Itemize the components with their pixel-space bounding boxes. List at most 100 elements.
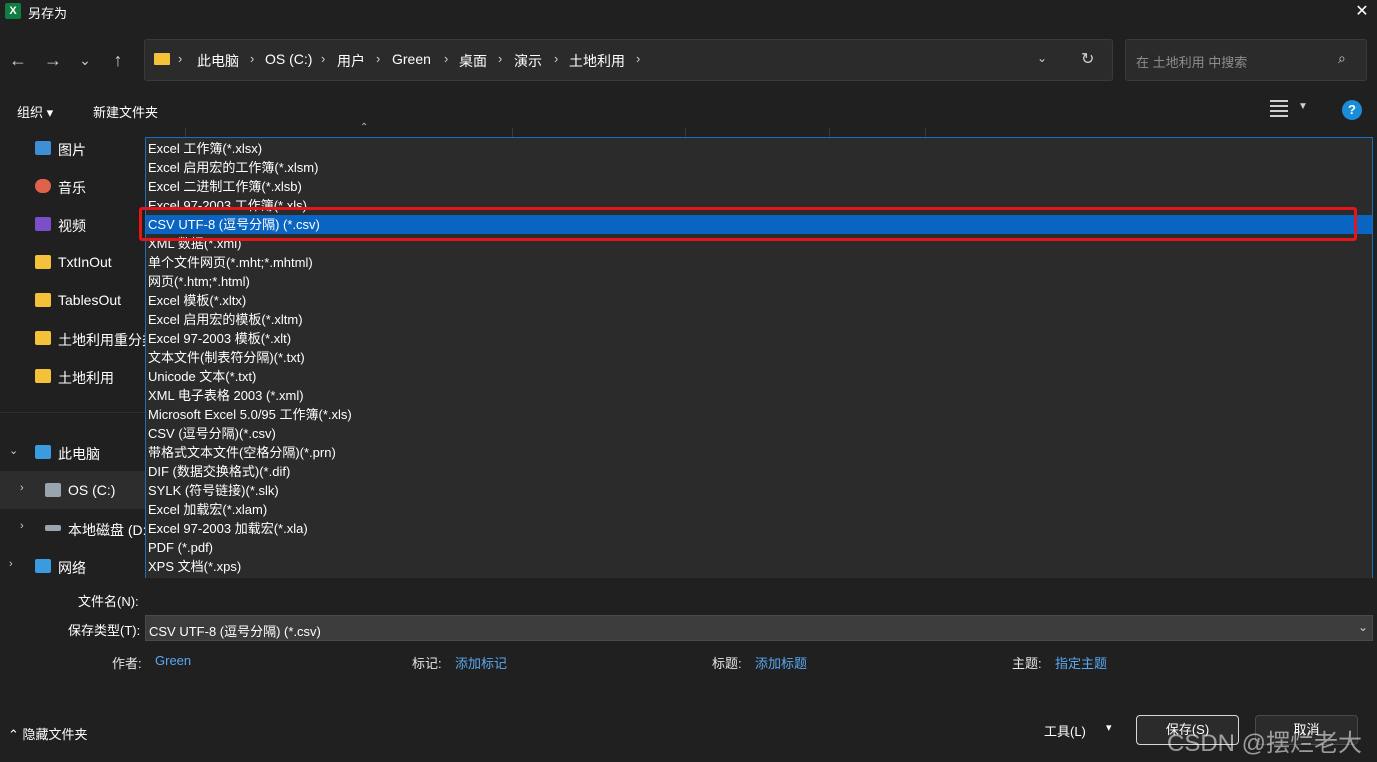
file-type-option[interactable]: Excel 97-2003 模板(*.xlt) xyxy=(146,329,1372,348)
file-type-option[interactable]: Unicode 文本(*.txt) xyxy=(146,367,1372,386)
sidebar-item-label: TxtInOut xyxy=(58,254,112,270)
sidebar-item-land-use[interactable]: 土地利用 xyxy=(0,357,145,395)
file-type-option[interactable]: XPS 文档(*.xps) xyxy=(146,557,1372,576)
sidebar-item-label: 此电脑 xyxy=(58,446,100,462)
file-type-option[interactable]: 文本文件(制表符分隔)(*.txt) xyxy=(146,348,1372,367)
file-type-option[interactable]: Excel 加载宏(*.xlam) xyxy=(146,500,1372,519)
file-type-option[interactable]: 单个文件网页(*.mht;*.mhtml) xyxy=(146,253,1372,272)
filetype-label: 保存类型(T): xyxy=(68,623,141,638)
sidebar-item-label: 土地利用重分类 xyxy=(58,332,145,348)
sidebar-item-pictures[interactable]: 图片 xyxy=(0,129,145,167)
breadcrumb-demo[interactable]: 演示 xyxy=(514,51,542,71)
chevron-down-icon[interactable]: ▾ xyxy=(1106,721,1112,734)
tags-input[interactable]: 添加标记 xyxy=(455,653,507,672)
sort-ascending-icon[interactable]: ⌃ xyxy=(360,122,368,133)
recent-locations-button[interactable]: ⌄ xyxy=(73,48,97,72)
breadcrumb-this-pc[interactable]: 此电脑 xyxy=(197,51,239,71)
title-bar xyxy=(0,0,1377,24)
new-folder-button[interactable]: 新建文件夹 xyxy=(93,102,158,121)
file-type-option[interactable]: Excel 启用宏的模板(*.xltm) xyxy=(146,310,1372,329)
breadcrumb-green[interactable]: Green xyxy=(392,51,431,67)
file-type-option[interactable]: PDF (*.pdf) xyxy=(146,538,1372,557)
sidebar-item-videos[interactable]: 视频 xyxy=(0,205,145,243)
breadcrumb-separator: › xyxy=(498,51,503,66)
search-input[interactable]: 在 土地利用 中搜索 ⌕ xyxy=(1125,39,1367,81)
sidebar-item-network[interactable]: › 网络 xyxy=(0,547,145,578)
author-value[interactable]: Green xyxy=(155,653,191,668)
help-icon[interactable]: ? xyxy=(1342,100,1362,120)
search-icon[interactable]: ⌕ xyxy=(1338,50,1346,67)
navigation-pane: 图片 音乐 视频 TxtInOut TablesOut 土地利用重分类 土地利用… xyxy=(0,128,145,578)
refresh-icon[interactable]: ↻ xyxy=(1081,49,1094,69)
tools-button[interactable]: 工具(L) xyxy=(1044,721,1086,740)
file-type-option[interactable]: XML 电子表格 2003 (*.xml) xyxy=(146,386,1372,405)
sidebar-item-local-disk-d[interactable]: › 本地磁盘 (D:) xyxy=(0,509,145,547)
file-type-option[interactable]: 带格式文本文件(空格分隔)(*.prn) xyxy=(146,443,1372,462)
file-type-option[interactable]: Excel 启用宏的工作簿(*.xlsm) xyxy=(146,158,1372,177)
title-input[interactable]: 添加标题 xyxy=(755,653,807,672)
folder-icon xyxy=(35,369,51,383)
filetype-select[interactable]: CSV UTF-8 (逗号分隔) (*.csv) ⌄ xyxy=(145,615,1373,641)
breadcrumb-separator: › xyxy=(178,51,183,66)
chevron-down-icon[interactable]: ⌄ xyxy=(1037,51,1047,65)
file-type-option[interactable]: Excel 二进制工作簿(*.xlsb) xyxy=(146,177,1372,196)
hide-folders-button[interactable]: ⌃ 隐藏文件夹 xyxy=(8,724,88,743)
breadcrumb-users[interactable]: 用户 xyxy=(337,51,365,71)
sidebar-item-tablesout[interactable]: TablesOut xyxy=(0,281,145,319)
forward-button[interactable]: → xyxy=(41,48,65,72)
sidebar-item-label: TablesOut xyxy=(58,292,122,308)
view-options-icon[interactable] xyxy=(1270,100,1288,117)
filetype-value: CSV UTF-8 (逗号分隔) (*.csv) xyxy=(149,624,321,639)
subject-input[interactable]: 指定主题 xyxy=(1055,653,1107,672)
chevron-down-icon[interactable]: ⌄ xyxy=(1358,620,1368,634)
sidebar-item-label: 视频 xyxy=(58,218,86,234)
window-title: 另存为 xyxy=(28,6,68,21)
drive-icon xyxy=(45,483,61,497)
address-bar[interactable]: › 此电脑 › OS (C:) › 用户 › Green › 桌面 › 演示 ›… xyxy=(144,39,1113,81)
chevron-right-icon[interactable]: › xyxy=(20,482,24,494)
breadcrumb-desktop[interactable]: 桌面 xyxy=(459,51,487,71)
sidebar-item-label: OS (C:) xyxy=(68,482,116,498)
back-button[interactable]: ← xyxy=(6,48,30,72)
disk-icon xyxy=(45,525,61,531)
breadcrumb-separator: › xyxy=(250,51,255,66)
folder-icon xyxy=(35,331,51,345)
sidebar-item-label: 本地磁盘 (D:) xyxy=(68,522,145,538)
folder-icon xyxy=(154,53,170,65)
sidebar-item-this-pc[interactable]: ⌄ 此电脑 xyxy=(0,433,145,471)
pictures-icon xyxy=(35,141,51,155)
toolbar: 组织 ▾ 新建文件夹 ▼ ? xyxy=(0,92,1377,128)
file-type-option[interactable]: Excel 工作簿(*.xlsx) xyxy=(146,139,1372,158)
file-type-option[interactable]: Excel 97-2003 加载宏(*.xla) xyxy=(146,519,1372,538)
close-button[interactable]: ✕ xyxy=(1347,0,1377,24)
organize-button[interactable]: 组织 ▾ xyxy=(17,102,53,121)
tags-label: 标记: xyxy=(412,656,442,671)
file-type-option[interactable]: 网页(*.htm;*.html) xyxy=(146,272,1372,291)
sidebar-item-txtinout[interactable]: TxtInOut xyxy=(0,243,145,281)
annotation-highlight-box xyxy=(139,207,1357,241)
file-type-option[interactable]: Excel 模板(*.xltx) xyxy=(146,291,1372,310)
chevron-down-icon[interactable]: ⌄ xyxy=(9,444,18,457)
chevron-right-icon[interactable]: › xyxy=(20,520,24,532)
filename-label: 文件名(N): xyxy=(78,594,139,609)
breadcrumb-os-c[interactable]: OS (C:) xyxy=(265,51,312,67)
file-type-option[interactable]: CSV (逗号分隔)(*.csv) xyxy=(146,424,1372,443)
file-type-option[interactable]: SYLK (符号链接)(*.slk) xyxy=(146,481,1372,500)
chevron-right-icon[interactable]: › xyxy=(9,558,13,570)
sidebar-item-os-c[interactable]: › OS (C:) xyxy=(0,471,145,509)
file-type-option[interactable]: DIF (数据交换格式)(*.dif) xyxy=(146,462,1372,481)
sidebar-divider xyxy=(0,412,145,413)
author-label: 作者: xyxy=(112,656,142,671)
up-button[interactable]: ↑ xyxy=(106,48,130,72)
folder-icon xyxy=(35,293,51,307)
breadcrumb-land-use[interactable]: 土地利用 xyxy=(569,51,625,71)
sidebar-item-music[interactable]: 音乐 xyxy=(0,167,145,205)
breadcrumb-separator: › xyxy=(376,51,381,66)
folder-icon xyxy=(35,255,51,269)
breadcrumb-separator: › xyxy=(554,51,559,66)
chevron-down-icon[interactable]: ▼ xyxy=(1298,101,1308,112)
file-type-option[interactable]: Microsoft Excel 5.0/95 工作簿(*.xls) xyxy=(146,405,1372,424)
music-icon xyxy=(35,179,51,193)
sidebar-item-land-use-reclass[interactable]: 土地利用重分类 xyxy=(0,319,145,357)
breadcrumb-separator: › xyxy=(444,51,449,66)
